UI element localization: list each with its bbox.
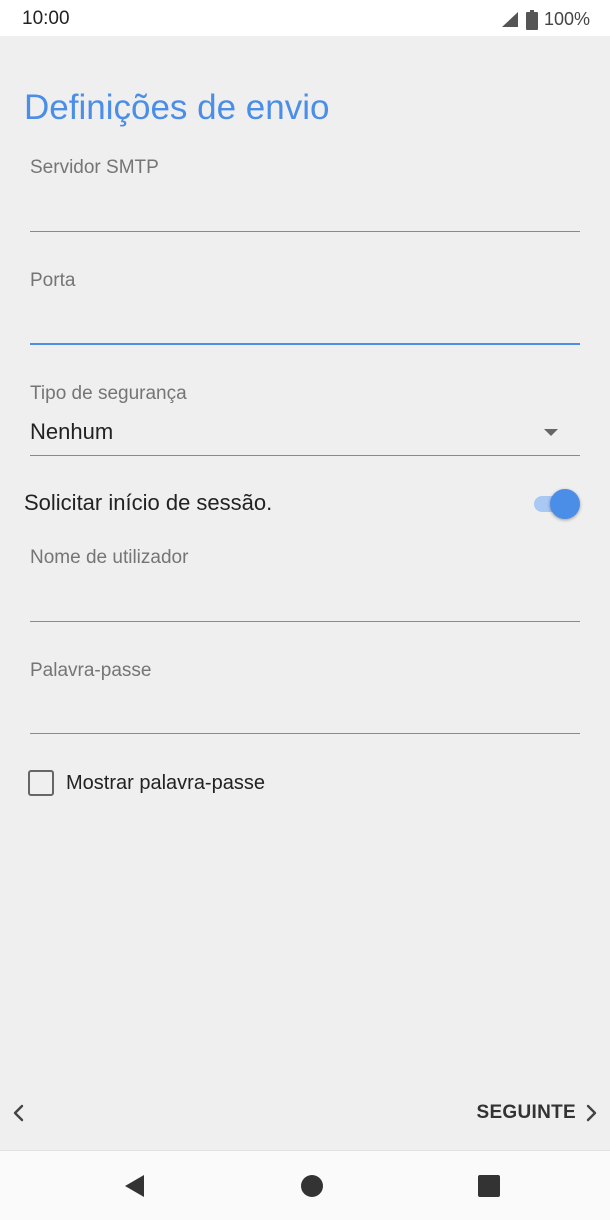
recents-square-icon[interactable] <box>476 1173 502 1199</box>
smtp-server-label: Servidor SMTP <box>30 157 159 178</box>
port-underline <box>30 343 580 345</box>
wizard-nav: SEGUINTE <box>0 1096 610 1130</box>
home-circle-icon[interactable] <box>299 1173 325 1199</box>
username-field: Nome de utilizador <box>30 547 580 623</box>
status-time: 10:00 <box>22 8 70 29</box>
smtp-server-underline <box>30 231 580 232</box>
port-input[interactable] <box>30 304 580 344</box>
security-type-label: Tipo de segurança <box>30 383 187 404</box>
port-label: Porta <box>30 270 76 291</box>
port-field: Porta <box>30 270 580 348</box>
password-field: Palavra-passe <box>30 660 580 736</box>
chevron-right-icon <box>586 1104 597 1122</box>
username-label: Nome de utilizador <box>30 547 189 568</box>
status-bar: 10:00 100% <box>0 0 610 36</box>
caret-down-icon <box>544 429 558 436</box>
chevron-left-icon[interactable] <box>8 1101 30 1125</box>
toggle-thumb <box>550 489 580 519</box>
require-signin-label: Solicitar início de sessão. <box>24 490 273 515</box>
settings-screen: Definições de envio Servidor SMTP Porta … <box>0 36 610 1150</box>
show-password-label: Mostrar palavra-passe <box>66 771 265 794</box>
battery-icon <box>525 9 538 30</box>
smtp-server-field: Servidor SMTP <box>30 157 580 233</box>
signal-icon <box>501 11 518 27</box>
username-underline <box>30 621 580 622</box>
smtp-server-input[interactable] <box>30 191 580 231</box>
next-button-label: SEGUINTE <box>476 1102 576 1123</box>
security-type-dropdown[interactable]: Nenhum <box>30 413 580 453</box>
require-signin-row: Solicitar início de sessão. <box>24 486 584 520</box>
system-nav-bar <box>0 1150 610 1220</box>
password-input[interactable] <box>30 694 580 734</box>
password-label: Palavra-passe <box>30 660 152 681</box>
show-password-row[interactable]: Mostrar palavra-passe <box>28 769 265 797</box>
back-triangle-icon[interactable] <box>122 1173 148 1199</box>
battery-percentage: 100% <box>543 9 590 29</box>
username-input[interactable] <box>30 581 580 621</box>
next-button[interactable]: SEGUINTE <box>476 1098 600 1128</box>
require-signin-toggle[interactable] <box>534 488 580 519</box>
security-type-field: Tipo de segurança Nenhum <box>30 383 580 457</box>
page-title: Definições de envio <box>24 88 330 127</box>
status-icons: 100% <box>500 9 590 30</box>
security-type-underline <box>30 455 580 456</box>
security-type-value: Nenhum <box>30 419 114 444</box>
show-password-checkbox[interactable] <box>28 770 54 796</box>
password-underline <box>30 733 580 734</box>
